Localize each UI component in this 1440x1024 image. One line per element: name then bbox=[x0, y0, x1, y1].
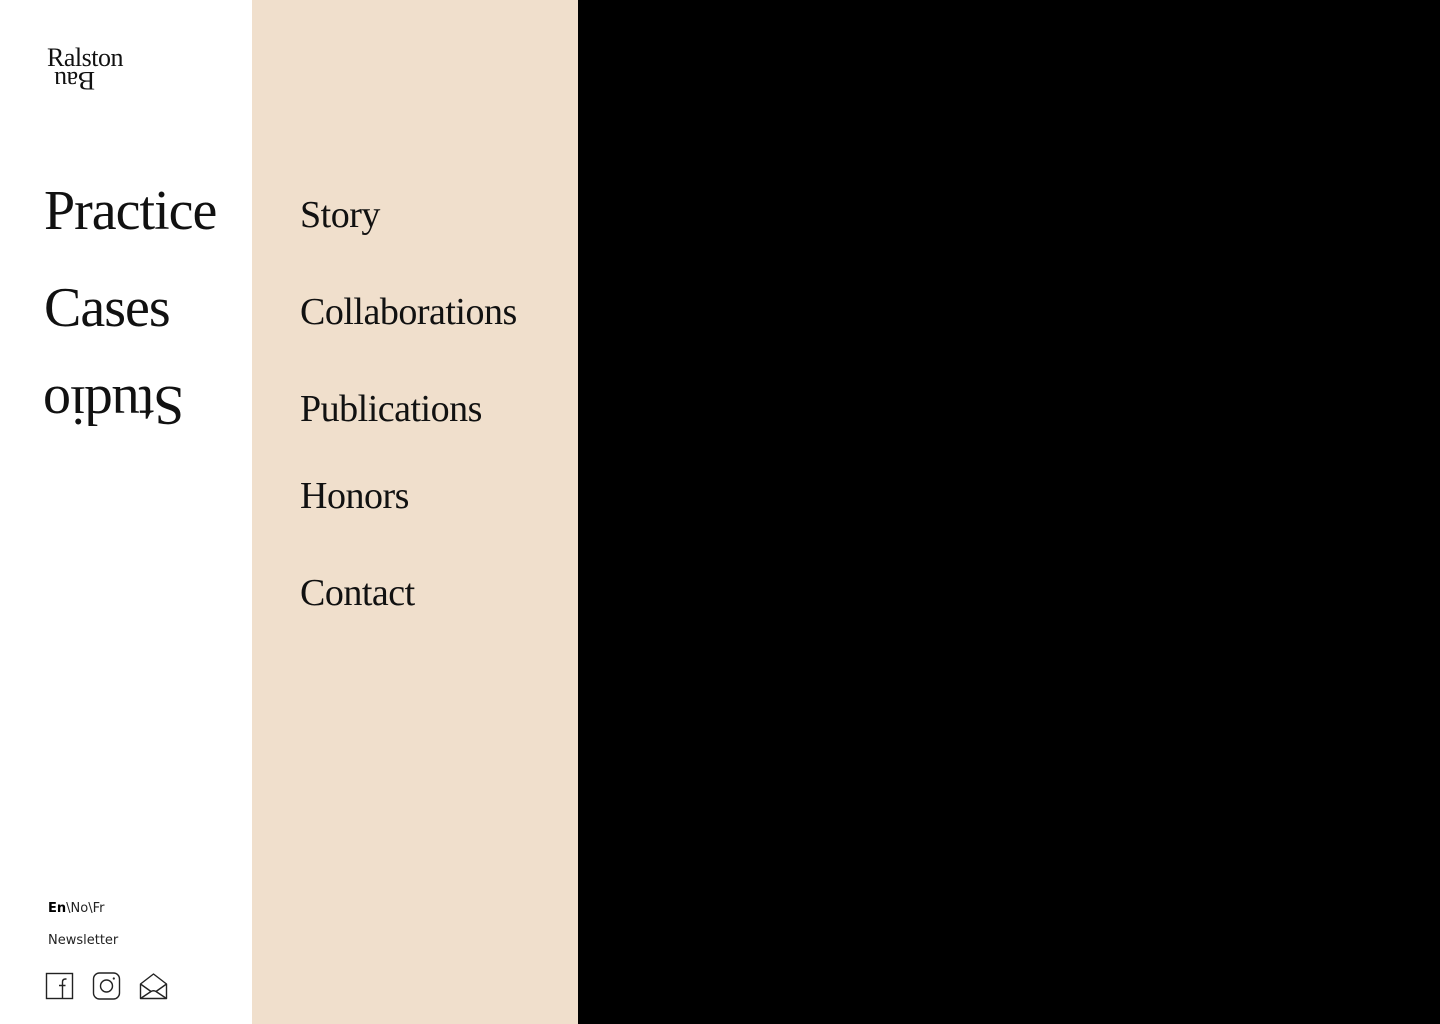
main-nav-label: Studio bbox=[44, 374, 185, 436]
instagram-link[interactable] bbox=[92, 970, 122, 1002]
newsletter-link[interactable]: Newsletter bbox=[48, 932, 118, 950]
facebook-icon bbox=[45, 972, 74, 1000]
email-icon bbox=[139, 973, 168, 1000]
logo[interactable]: Ralston Bau bbox=[46, 44, 146, 96]
lang-en[interactable]: En bbox=[48, 901, 66, 916]
facebook-link[interactable] bbox=[45, 970, 75, 1002]
sub-nav-story[interactable]: Story bbox=[300, 190, 380, 240]
lang-no[interactable]: No bbox=[71, 901, 89, 916]
main-nav: Practice Cases Studio bbox=[44, 178, 217, 469]
main-nav-cases[interactable]: Cases bbox=[44, 275, 216, 372]
email-link[interactable] bbox=[139, 970, 169, 1002]
main-nav-label: Cases bbox=[44, 277, 171, 339]
language-switcher: En\No\Fr bbox=[48, 900, 105, 918]
sub-nav-collaborations[interactable]: Collaborations bbox=[300, 287, 517, 337]
instagram-icon bbox=[92, 972, 121, 1000]
sub-nav-publications[interactable]: Publications bbox=[300, 384, 482, 434]
sub-nav-contact[interactable]: Contact bbox=[300, 568, 415, 618]
sub-nav-honors[interactable]: Honors bbox=[300, 471, 409, 521]
lang-fr[interactable]: Fr bbox=[93, 901, 105, 916]
main-nav-studio[interactable]: Studio bbox=[44, 372, 216, 469]
content-area bbox=[578, 0, 1440, 1024]
main-nav-label: Practice bbox=[44, 180, 217, 242]
main-nav-practice[interactable]: Practice bbox=[44, 178, 217, 275]
main-menu-panel bbox=[0, 0, 252, 1024]
logo-line-bau-inverted: Bau bbox=[54, 66, 95, 95]
